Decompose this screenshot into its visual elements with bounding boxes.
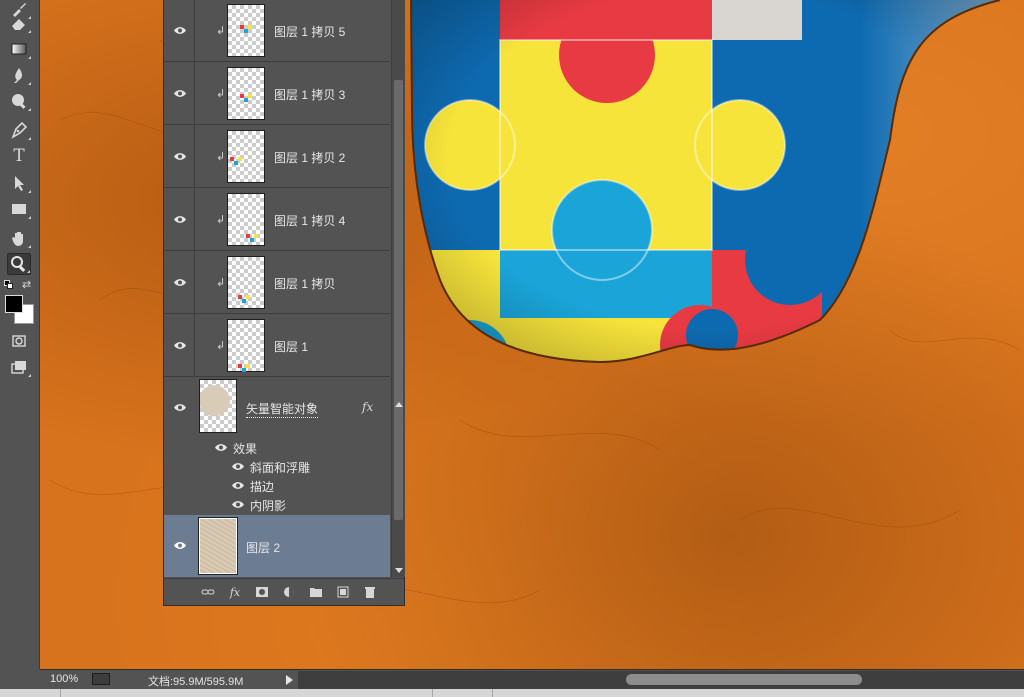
layer-row[interactable]: ↲ 图层 1: [164, 314, 390, 377]
swap-colors-icon[interactable]: ⇄: [22, 278, 31, 291]
layers-scrollbar-track-fill: [394, 80, 403, 520]
visibility-eye-icon[interactable]: [173, 541, 187, 550]
layer-name[interactable]: 图层 1 拷贝: [274, 275, 335, 292]
gradient-tool-icon[interactable]: [7, 38, 31, 60]
visibility-eye-icon[interactable]: [173, 403, 187, 412]
layer-row[interactable]: ↲ 图层 1 拷贝 2: [164, 125, 390, 188]
link-icon[interactable]: [201, 585, 215, 599]
selected-layer-row[interactable]: 图层 2: [164, 515, 390, 577]
clipping-arrow-icon: ↲: [216, 277, 226, 289]
horizontal-scrollbar[interactable]: [298, 671, 1024, 689]
layer-thumbnail: [227, 319, 265, 372]
layer-thumbnail: [227, 130, 265, 183]
clipping-arrow-icon: ↲: [216, 151, 226, 163]
smart-object-thumbnail: [199, 379, 237, 433]
dodge-tool-icon[interactable]: [7, 90, 31, 112]
clipping-arrow-icon: ↲: [216, 214, 226, 226]
trash-icon[interactable]: [363, 585, 377, 599]
layer-row[interactable]: ↲ 图层 1 拷贝 5: [164, 0, 390, 62]
default-colors-icon[interactable]: [4, 280, 13, 289]
scroll-up-arrow-icon[interactable]: [395, 402, 403, 407]
fx-icon[interactable]: fx: [228, 585, 242, 599]
scroll-down-arrow-icon[interactable]: [395, 568, 403, 573]
new-layer-icon[interactable]: [336, 585, 350, 599]
visibility-eye-icon[interactable]: [173, 26, 187, 35]
layers-panel: ↲ 图层 1 拷贝 5 ↲ 图层 1 拷贝 3 ↲ 图层 1 拷贝 2 ↲ 图层…: [163, 0, 405, 606]
layer-thumbnail: [227, 4, 265, 57]
layer-row[interactable]: ↲ 图层 1 拷贝: [164, 251, 390, 314]
layer-name[interactable]: 图层 1 拷贝 5: [274, 23, 345, 40]
effect-bevel-emboss[interactable]: 斜面和浮雕: [250, 459, 310, 476]
document-size-info: 文档:95.9M/595.9M: [148, 676, 244, 688]
pen-tool-icon[interactable]: [7, 119, 31, 141]
visibility-eye-icon[interactable]: [173, 278, 187, 287]
clipping-arrow-icon: ↲: [216, 25, 226, 37]
quick-mask-icon[interactable]: [7, 330, 31, 352]
screen-mode-icon[interactable]: [7, 356, 31, 378]
effect-stroke[interactable]: 描边: [250, 478, 274, 495]
type-tool-icon[interactable]: T: [7, 145, 31, 167]
path-selection-tool-icon[interactable]: [7, 172, 31, 194]
smart-object-name[interactable]: 矢量智能对象: [246, 400, 319, 418]
zoom-tool-icon[interactable]: [7, 253, 31, 275]
layer-thumbnail: [198, 517, 238, 575]
layer-name[interactable]: 图层 1 拷贝 2: [274, 149, 345, 166]
visibility-eye-icon[interactable]: [173, 89, 187, 98]
visibility-eye-icon[interactable]: [173, 215, 187, 224]
smart-object-layer-row[interactable]: 矢量智能对象 fx: [164, 376, 390, 438]
clipping-arrow-icon: ↲: [216, 88, 226, 100]
layer-row[interactable]: ↲ 图层 1 拷贝 4: [164, 188, 390, 251]
tools-panel: T ⇄: [0, 0, 40, 669]
effect-eye-icon[interactable]: [231, 462, 245, 471]
effect-eye-icon[interactable]: [231, 500, 245, 509]
clipping-arrow-icon: ↲: [216, 340, 226, 352]
horizontal-scroll-thumb[interactable]: [626, 674, 862, 685]
folder-icon[interactable]: [309, 585, 323, 599]
layer-name[interactable]: 图层 2: [246, 539, 280, 556]
layer-thumbnail: [227, 193, 265, 246]
layer-thumbnail: [227, 256, 265, 309]
layers-panel-footer: fx: [164, 578, 404, 605]
adjustment-icon[interactable]: [282, 585, 296, 599]
taskbar-strip: [0, 689, 1024, 697]
layer-fx-icon[interactable]: fx: [362, 400, 373, 414]
layer-name[interactable]: 图层 1 拷贝 4: [274, 212, 345, 229]
effect-eye-icon[interactable]: [231, 481, 245, 490]
status-menu-arrow-icon[interactable]: [286, 675, 293, 685]
layer-name[interactable]: 图层 1 拷贝 3: [274, 86, 345, 103]
visibility-eye-icon[interactable]: [173, 341, 187, 350]
layers-scrollbar[interactable]: [391, 0, 405, 577]
effects-label: 效果: [233, 442, 258, 456]
eraser-tool-icon[interactable]: [7, 12, 31, 34]
effects-eye-icon[interactable]: [214, 443, 228, 452]
visibility-eye-icon[interactable]: [173, 152, 187, 161]
status-bar: 100% 文档:95.9M/595.9M: [40, 669, 1024, 689]
blur-tool-icon[interactable]: [7, 64, 31, 86]
foreground-color-swatch[interactable]: [5, 295, 23, 313]
rectangle-tool-icon[interactable]: [7, 198, 31, 220]
layer-name[interactable]: 图层 1: [274, 338, 308, 355]
layer-thumbnail: [227, 67, 265, 120]
effect-inner-shadow[interactable]: 内阴影: [250, 497, 286, 514]
zoom-level[interactable]: 100%: [50, 673, 78, 685]
navigator-icon[interactable]: [92, 673, 110, 685]
mask-icon[interactable]: [255, 585, 269, 599]
hand-tool-icon[interactable]: [7, 227, 31, 249]
layer-row[interactable]: ↲ 图层 1 拷贝 3: [164, 62, 390, 125]
